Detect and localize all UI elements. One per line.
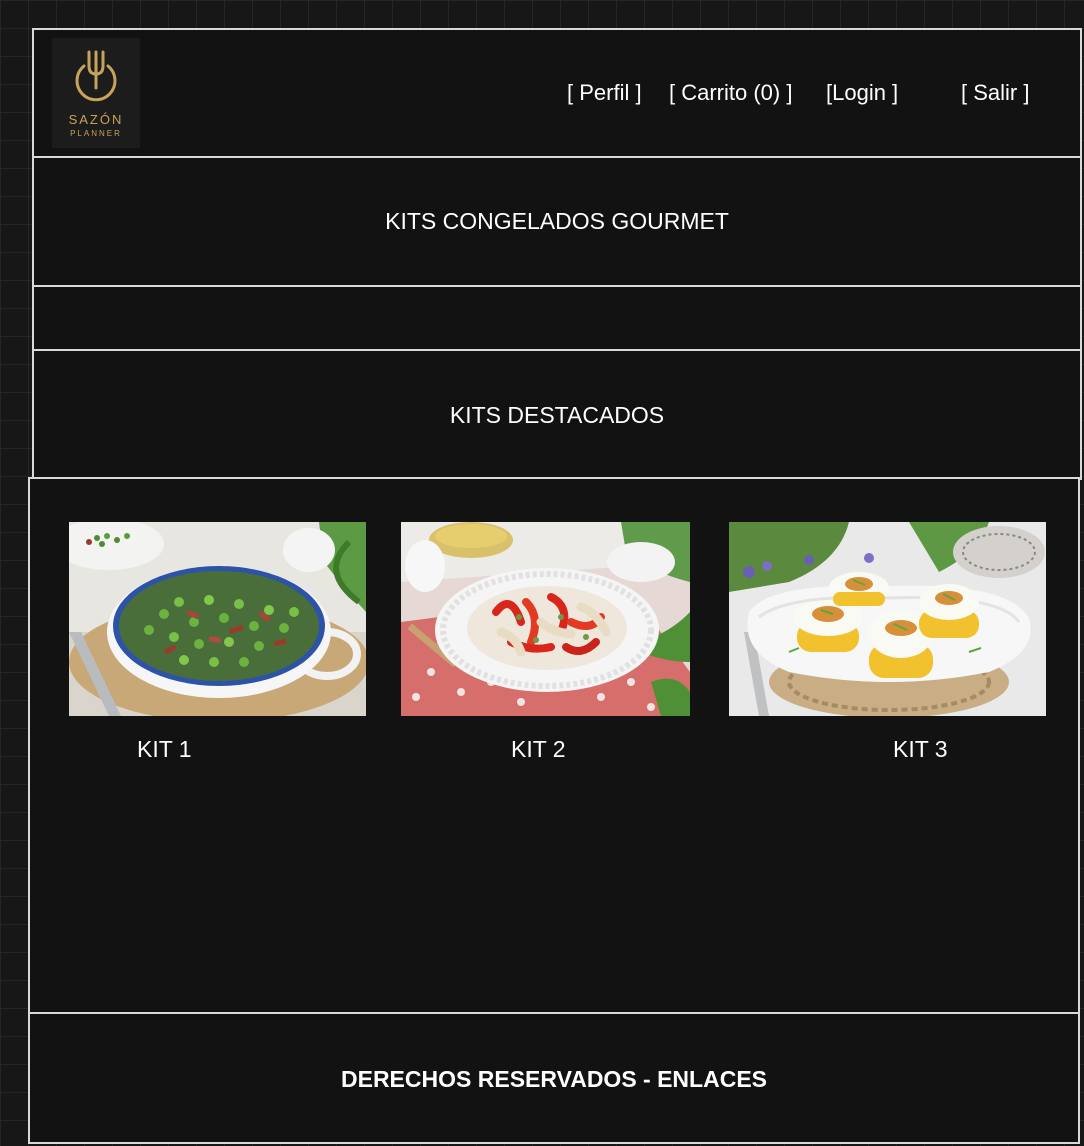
- featured-title: KITS DESTACADOS: [449, 402, 665, 428]
- logo-tagline-text: PLANNER: [70, 129, 122, 138]
- footer-text[interactable]: DERECHOS RESERVADOS - ENLACES: [30, 1066, 1078, 1093]
- kit-3-label[interactable]: KIT 3: [893, 736, 948, 763]
- roasted-peppers-dish-image: [401, 522, 690, 716]
- header: SAZÓN PLANNER [ Perfil ] [ Carrito (0) ]…: [32, 28, 1082, 158]
- banner-title: KITS CONGELADOS GOURMET: [385, 208, 729, 234]
- nav-link-perfil[interactable]: [ Perfil ]: [567, 80, 642, 106]
- featured-kits-grid: KIT 1 KIT 2 KIT 3: [28, 477, 1080, 1015]
- footer: DERECHOS RESERVADOS - ENLACES: [28, 1012, 1080, 1144]
- nav-link-login[interactable]: [Login ]: [826, 80, 898, 106]
- nav-link-carrito[interactable]: [ Carrito (0) ]: [669, 80, 792, 106]
- logo[interactable]: SAZÓN PLANNER: [52, 38, 140, 148]
- peas-with-ham-dish-image: [69, 522, 366, 716]
- kit-1-image[interactable]: [69, 522, 366, 716]
- kit-2-image[interactable]: [401, 522, 690, 716]
- banner-section: KITS CONGELADOS GOURMET: [32, 156, 1082, 287]
- logo-brand-text: SAZÓN: [68, 112, 124, 127]
- stuffed-eggs-dish-image: [729, 522, 1046, 716]
- kit-1-label[interactable]: KIT 1: [137, 736, 192, 763]
- fork-power-icon: [75, 50, 117, 102]
- kit-2-label[interactable]: KIT 2: [511, 736, 566, 763]
- kit-3-image[interactable]: [729, 522, 1046, 716]
- nav-link-salir[interactable]: [ Salir ]: [961, 80, 1029, 106]
- featured-title-section: KITS DESTACADOS: [32, 349, 1082, 480]
- empty-section: [32, 285, 1082, 351]
